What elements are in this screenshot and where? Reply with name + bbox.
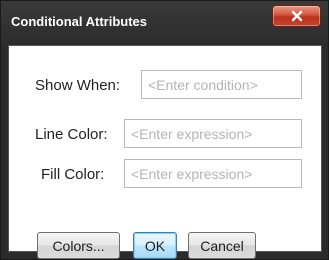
cancel-button[interactable]: Cancel <box>188 232 256 259</box>
fill-color-label: Fill Color: <box>41 166 105 183</box>
line-color-input[interactable] <box>124 119 302 148</box>
dialog-window: Conditional Attributes Show When: Line C… <box>0 0 329 260</box>
show-when-input[interactable] <box>141 70 302 99</box>
dialog-body: Show When: Line Color: Fill Color: Color… <box>8 45 322 259</box>
close-button[interactable] <box>272 5 321 27</box>
close-icon <box>291 10 302 22</box>
title-bar[interactable]: Conditional Attributes <box>1 1 328 45</box>
fill-color-input[interactable] <box>124 159 302 188</box>
dialog-title: Conditional Attributes <box>11 14 148 29</box>
colors-button[interactable]: Colors... <box>37 232 120 259</box>
show-when-label: Show When: <box>35 77 121 94</box>
line-color-label: Line Color: <box>35 126 108 143</box>
ok-button[interactable]: OK <box>133 232 177 259</box>
